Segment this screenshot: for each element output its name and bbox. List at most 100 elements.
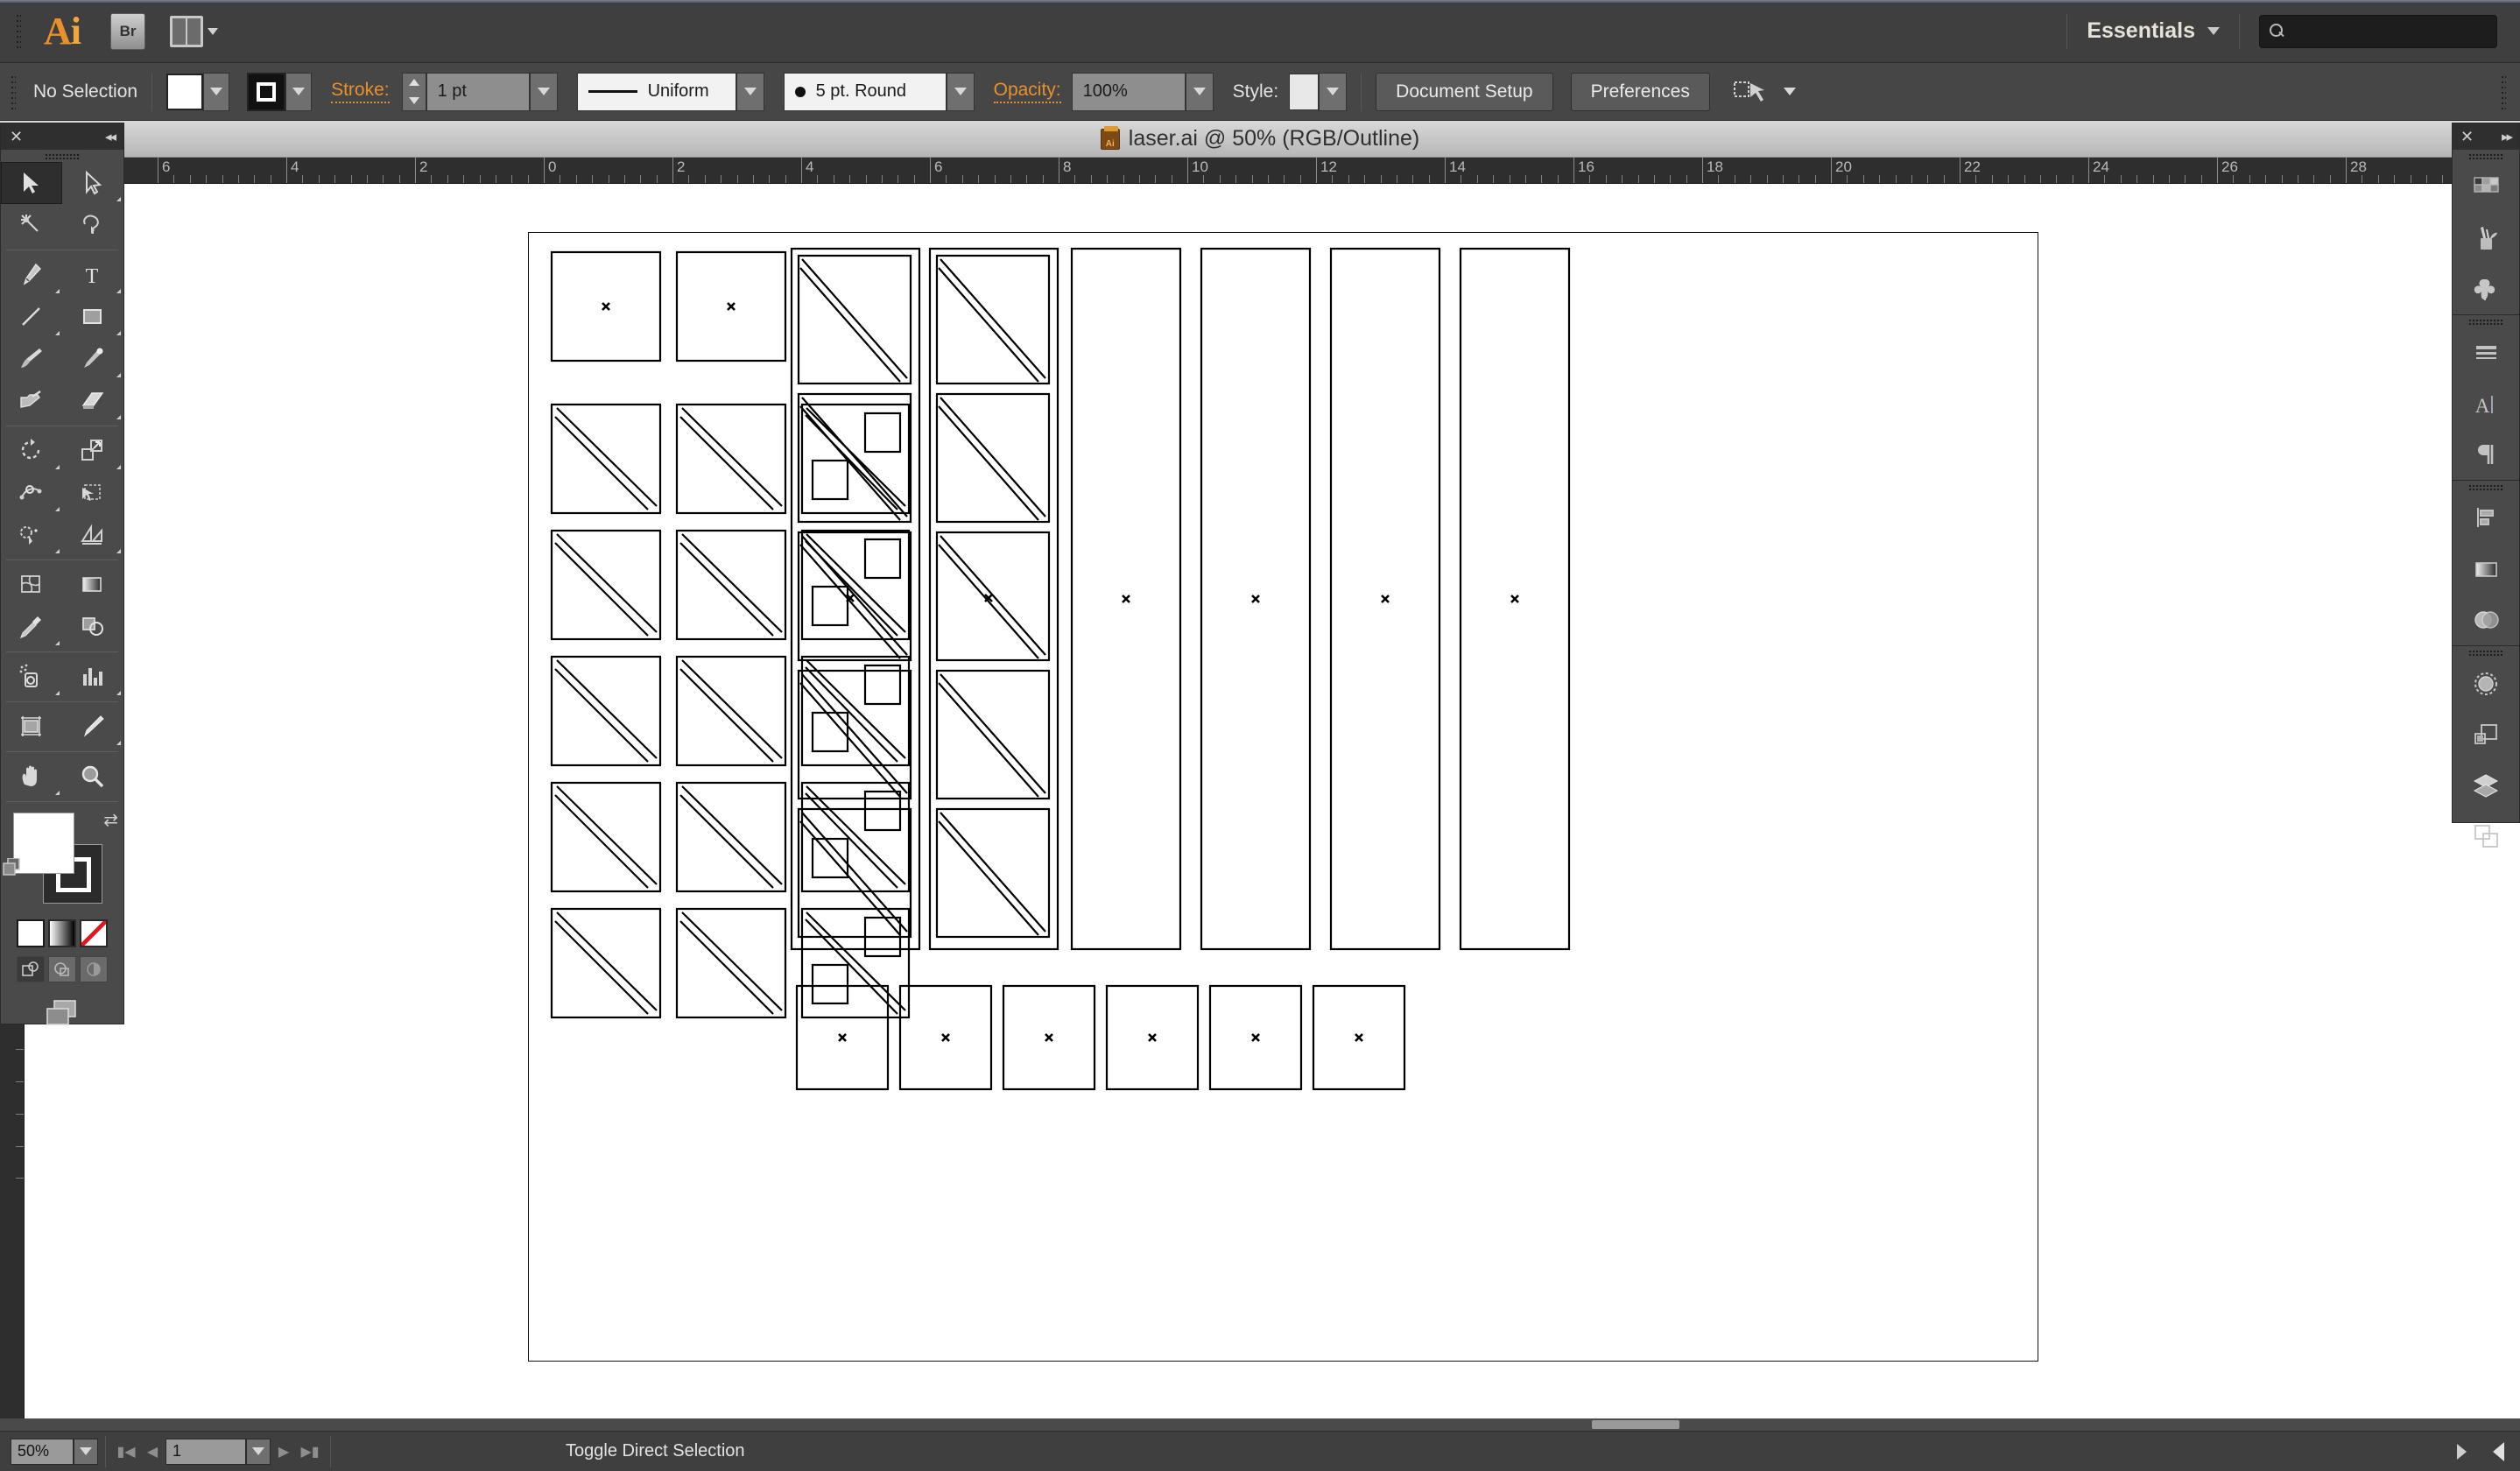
diagonal-1[interactable] — [682, 534, 782, 632]
tools-panel-grip[interactable] — [1, 150, 123, 162]
inner-square-top[interactable] — [865, 413, 900, 452]
change-screen-mode-button[interactable] — [44, 998, 81, 1032]
center-mark[interactable] — [1511, 595, 1518, 602]
diagonal-square[interactable] — [552, 909, 660, 1017]
cell-diagonal-2[interactable] — [800, 683, 900, 797]
zoom-level-field[interactable]: 50% — [11, 1439, 74, 1465]
tool-width-tool[interactable] — [1, 472, 62, 514]
dock-grip-3[interactable] — [2453, 481, 2519, 493]
artboard-number-field[interactable]: 1 — [165, 1439, 246, 1465]
diagonal-square[interactable] — [677, 405, 785, 513]
center-mark[interactable] — [602, 303, 609, 310]
stroke-profile-field[interactable]: Uniform — [577, 73, 736, 111]
tool-expand-corner-icon[interactable] — [55, 691, 60, 695]
none-swatch-button[interactable] — [80, 919, 108, 947]
tool-expand-corner-icon[interactable] — [55, 331, 60, 335]
diagonal-square[interactable] — [677, 909, 785, 1017]
stroke-swatch[interactable] — [247, 73, 285, 111]
dock-grip-1[interactable] — [2453, 150, 2519, 162]
inner-square-top[interactable] — [865, 539, 900, 578]
diagonal-2[interactable] — [555, 921, 648, 1014]
draw-inside-button[interactable] — [80, 956, 108, 982]
stroke-label[interactable]: Stroke: — [331, 80, 390, 103]
diagonal-square[interactable] — [677, 531, 785, 639]
tool-rotate-tool[interactable] — [1, 430, 62, 472]
diagonal-square[interactable] — [552, 405, 660, 513]
close-icon[interactable]: ✕ — [2460, 129, 2474, 144]
opacity-field[interactable]: 100% — [1072, 73, 1186, 111]
graphic-style-swatch[interactable] — [1289, 74, 1319, 110]
center-mark[interactable] — [1252, 595, 1259, 602]
controlbar-right-grip[interactable] — [2501, 74, 2506, 109]
center-mark[interactable] — [839, 1034, 846, 1041]
cell-diagonal-1[interactable] — [802, 674, 907, 793]
diagonal-1[interactable] — [682, 912, 782, 1010]
dock-stroke-panel[interactable] — [2453, 327, 2519, 378]
stepper-down-icon[interactable] — [409, 97, 419, 104]
workspace-chevron-down-icon[interactable] — [2207, 27, 2220, 35]
tool-expand-corner-icon[interactable] — [55, 791, 60, 795]
diagonal-square[interactable] — [552, 783, 660, 891]
tool-expand-corner-icon[interactable] — [116, 741, 121, 745]
align-dropdown-chevron-icon[interactable] — [1784, 88, 1796, 95]
stroke-color-control[interactable] — [247, 73, 312, 111]
diagonal-1[interactable] — [557, 660, 657, 758]
opacity-label[interactable]: Opacity: — [994, 80, 1061, 103]
stroke-weight-field[interactable]: 1 pt — [426, 73, 530, 111]
fill-swatch[interactable] — [166, 74, 203, 110]
cell-diagonal-1[interactable] — [940, 259, 1045, 378]
diagonal-2[interactable] — [680, 543, 773, 636]
cell-diagonal-1[interactable] — [940, 536, 1045, 655]
cell-diagonal-2[interactable] — [939, 268, 1038, 382]
brush-definition-field[interactable]: 5 pt. Round — [784, 73, 947, 111]
first-artboard-button[interactable]: ▮◀ — [113, 1439, 139, 1465]
triangle-column-outer[interactable] — [930, 249, 1058, 949]
brush-definition-dropdown[interactable] — [947, 73, 975, 111]
tool-gradient-tool[interactable] — [62, 564, 123, 606]
diagonal-2[interactable] — [680, 921, 773, 1014]
center-mark[interactable] — [1252, 1034, 1259, 1041]
dock-swatches-panel[interactable] — [2453, 162, 2519, 213]
dock-brushes-panel[interactable] — [2453, 213, 2519, 264]
center-mark[interactable] — [728, 303, 735, 310]
tool-expand-corner-icon[interactable] — [116, 197, 121, 201]
expand-panels-icon[interactable]: ▸▸ — [2502, 129, 2511, 144]
tool-type-tool[interactable]: T — [62, 254, 123, 296]
inner-square-top[interactable] — [865, 792, 900, 830]
diagonal-1[interactable] — [806, 534, 905, 632]
center-mark[interactable] — [942, 1034, 949, 1041]
tool-eraser-tool[interactable] — [62, 380, 123, 422]
stepper-up-icon[interactable] — [409, 79, 419, 86]
tool-line-segment-tool[interactable] — [1, 296, 62, 338]
diagonal-square[interactable] — [677, 657, 785, 765]
tool-perspective-grid-tool[interactable] — [62, 514, 123, 556]
cell-diagonal-1[interactable] — [940, 398, 1045, 517]
tool-direct-selection-tool[interactable] — [62, 162, 123, 204]
dock-align-panel[interactable] — [2453, 493, 2519, 544]
controlbar-grip[interactable] — [11, 74, 16, 109]
diagonal-1[interactable] — [806, 660, 905, 758]
tool-zoom-tool[interactable] — [62, 756, 123, 798]
toolbar-fill-swatch[interactable] — [13, 813, 74, 874]
dock-transparency-panel[interactable] — [2453, 595, 2519, 645]
status-display[interactable]: Toggle Direct Selection — [566, 1441, 745, 1461]
dock-grip-2[interactable] — [2453, 315, 2519, 327]
diagonal-square[interactable] — [677, 783, 785, 891]
tool-expand-corner-icon[interactable] — [116, 289, 121, 293]
dock-paragraph-panel[interactable] — [2453, 429, 2519, 480]
tool-slice-tool[interactable] — [62, 706, 123, 748]
dock-layers-panel[interactable] — [2453, 760, 2519, 811]
tool-expand-corner-icon[interactable] — [116, 549, 121, 553]
stroke-weight-stepper[interactable] — [402, 73, 426, 111]
cell-diagonal-2[interactable] — [939, 683, 1038, 797]
artboard[interactable] — [528, 232, 2038, 1362]
tool-blend-tool[interactable] — [62, 606, 123, 648]
scroll-left-icon[interactable] — [2493, 1442, 2504, 1461]
cell-diagonal-2[interactable] — [939, 821, 1038, 935]
diagonal-1[interactable] — [682, 786, 782, 884]
tool-expand-corner-icon[interactable] — [55, 549, 60, 553]
fill-dropdown-button[interactable] — [203, 73, 229, 111]
diagonal-2[interactable] — [680, 669, 773, 762]
dock-character-panel[interactable]: A — [2453, 378, 2519, 429]
dock-symbols-panel[interactable] — [2453, 264, 2519, 314]
